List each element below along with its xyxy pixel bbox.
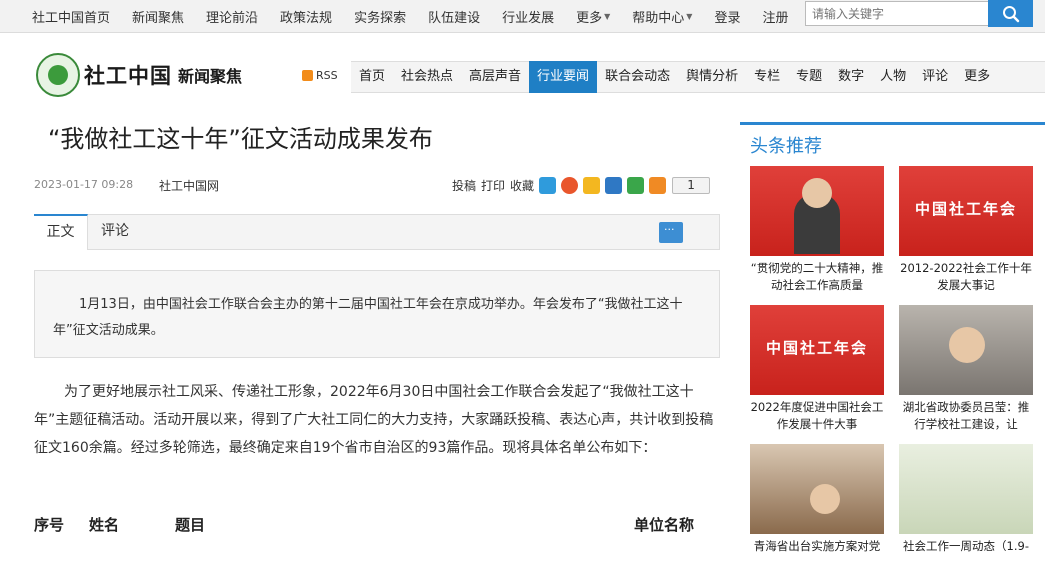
col-name: 姓名 <box>89 516 120 534</box>
search-input[interactable] <box>805 1 988 26</box>
like-counter[interactable]: 1 <box>672 177 715 194</box>
renren-share-icon[interactable] <box>605 177 623 194</box>
main-nav: 首页 社会热点 高层声音 行业要闻 联合会动态 舆情分析 专栏 专题 数字 人物… <box>351 61 1045 93</box>
col-unit: 单位名称 <box>634 516 695 534</box>
article-tabs: 正文 评论 <box>34 214 720 250</box>
nav-opinion[interactable]: 舆情分析 <box>678 61 746 93</box>
tab-main[interactable]: 正文 <box>34 214 88 250</box>
site-header: 社工中国 新闻聚焦 RSS 首页 社会热点 高层声音 行业要闻 联合会动态 舆情… <box>0 33 1045 115</box>
register-link[interactable]: 注册 <box>762 7 788 26</box>
speaker-head <box>802 178 832 208</box>
headline-caption: “贯彻党的二十大精神，推动社会工作高质量 <box>750 261 884 292</box>
headline-caption: 2012-2022社会工作十年发展大事记 <box>900 261 1032 292</box>
body-paragraph: 为了更好地展示社工风采、传递社工形象，2022年6月30日中国社会工作联合会发起… <box>34 384 714 456</box>
qq-share-icon[interactable] <box>583 177 601 194</box>
headline-caption: 青海省出台实施方案对党 <box>753 539 881 553</box>
article-source: 社工中国网 <box>159 179 220 193</box>
rss-link[interactable]: RSS <box>302 69 338 82</box>
headline-card[interactable]: 中国社工年会 2022年度促进中国社会工作发展十件大事 <box>750 305 884 433</box>
topnav-home[interactable]: 社工中国首页 <box>32 7 110 26</box>
nav-digital[interactable]: 数字 <box>830 61 872 93</box>
nav-people[interactable]: 人物 <box>872 61 914 93</box>
sidebar-header: 头条推荐 <box>740 122 1045 158</box>
topnav-news[interactable]: 新闻聚焦 <box>132 7 184 26</box>
nav-review[interactable]: 评论 <box>914 61 956 93</box>
nav-federation[interactable]: 联合会动态 <box>597 61 678 93</box>
col-title: 题目 <box>175 516 206 534</box>
person-figure <box>949 327 985 363</box>
headline-card[interactable]: 中国社工年会 2012-2022社会工作十年发展大事记 <box>899 166 1033 294</box>
chevron-down-icon: ▼ <box>686 11 693 21</box>
chevron-down-icon: ▼ <box>604 11 611 21</box>
article-meta: 2023-01-17 09:28 社工中国网 投稿 打印 收藏 1 <box>34 176 720 196</box>
print-link[interactable]: 打印 <box>481 177 505 194</box>
more-share-icon[interactable] <box>649 177 667 194</box>
search-icon <box>1002 5 1019 22</box>
like-count[interactable]: 1 <box>672 177 711 194</box>
sidebar-headlines: 头条推荐 “贯彻党的二十大精神，推动社会工作高质量 中国社工年会 2012-20… <box>740 122 1045 553</box>
nav-home[interactable]: 首页 <box>351 61 393 93</box>
publish-date: 2023-01-17 09:28 <box>34 178 134 191</box>
headline-thumbnail <box>750 444 884 534</box>
search-button[interactable] <box>988 0 1033 27</box>
nav-voices[interactable]: 高层声音 <box>461 61 529 93</box>
topnav-more[interactable]: 更多 ▼ <box>576 7 610 26</box>
summary-text: 1月13日，由中国社会工作联合会主办的第十二届中国社工年会在京成功举办。年会发布… <box>53 297 683 338</box>
favorite-link[interactable]: 收藏 <box>510 177 534 194</box>
topnav-practice[interactable]: 实务探索 <box>354 7 406 26</box>
topnav-more-label: 更多 <box>576 10 603 26</box>
article-title: “我做社工这十年”征文活动成果发布 <box>48 125 433 153</box>
search-box <box>805 0 1033 27</box>
headline-thumbnail: 中国社工年会 <box>750 305 884 395</box>
headline-thumbnail <box>899 305 1033 395</box>
comment-icon[interactable] <box>659 222 683 243</box>
topnav-team[interactable]: 队伍建设 <box>428 7 480 26</box>
col-number: 序号 <box>34 516 65 534</box>
tab-comment[interactable]: 评论 <box>101 214 129 250</box>
nav-topic[interactable]: 专题 <box>788 61 830 93</box>
headline-caption: 社会工作一周动态（1.9- <box>903 539 1029 553</box>
article-actions: 投稿 打印 收藏 1 <box>452 177 720 194</box>
top-bar: 社工中国首页 新闻聚焦 理论前沿 政策法规 实务探索 队伍建设 行业发展 更多 ▼… <box>0 0 1045 33</box>
topnav-industry[interactable]: 行业发展 <box>502 7 554 26</box>
headline-card[interactable]: 湖北省政协委员吕莹：推行学校社工建设，让 <box>899 305 1033 433</box>
nav-industry-news[interactable]: 行业要闻 <box>529 61 598 93</box>
douban-share-icon[interactable] <box>627 177 645 194</box>
topnav-help-label: 帮助中心 <box>632 10 685 26</box>
login-link[interactable]: 登录 <box>714 7 740 26</box>
nav-column[interactable]: 专栏 <box>746 61 788 93</box>
headline-thumbnail <box>899 444 1033 534</box>
site-logo[interactable]: 社工中国 新闻聚焦 <box>36 53 242 97</box>
submit-link[interactable]: 投稿 <box>452 177 476 194</box>
headline-thumbnail: 中国社工年会 <box>899 166 1033 256</box>
headline-caption: 2022年度促进中国社会工作发展十件大事 <box>750 400 884 431</box>
topnav-theory[interactable]: 理论前沿 <box>206 7 258 26</box>
headline-caption: 湖北省政协委员吕莹：推行学校社工建设，让 <box>902 400 1030 431</box>
qzone-share-icon[interactable] <box>539 177 557 194</box>
topnav-policy[interactable]: 政策法规 <box>280 7 332 26</box>
person-figure <box>810 484 840 514</box>
headline-thumbnail <box>750 166 884 256</box>
logo-name: 社工中国 <box>84 63 172 88</box>
top-nav: 社工中国首页 新闻聚焦 理论前沿 政策法规 实务探索 队伍建设 行业发展 更多 ▼… <box>32 0 810 32</box>
thumbnail-banner: 中国社工年会 <box>914 200 1017 218</box>
sidebar-title: 头条推荐 <box>750 136 822 157</box>
nav-more[interactable]: 更多 <box>956 61 998 93</box>
headline-card[interactable]: “贯彻党的二十大精神，推动社会工作高质量 <box>750 166 884 294</box>
rss-icon <box>302 70 313 81</box>
logo-section: 新闻聚焦 <box>178 67 243 86</box>
article-body: 为了更好地展示社工风采、传递社工形象，2022年6月30日中国社会工作联合会发起… <box>34 378 720 462</box>
thumbnail-banner: 中国社工年会 <box>765 339 868 357</box>
rss-label: RSS <box>316 69 338 82</box>
weibo-share-icon[interactable] <box>561 177 579 194</box>
article-summary: 1月13日，由中国社会工作联合会主办的第十二届中国社工年会在京成功举办。年会发布… <box>34 270 720 358</box>
topnav-help[interactable]: 帮助中心 ▼ <box>632 7 692 26</box>
logo-emblem-icon <box>36 53 80 97</box>
nav-hot[interactable]: 社会热点 <box>393 61 461 93</box>
